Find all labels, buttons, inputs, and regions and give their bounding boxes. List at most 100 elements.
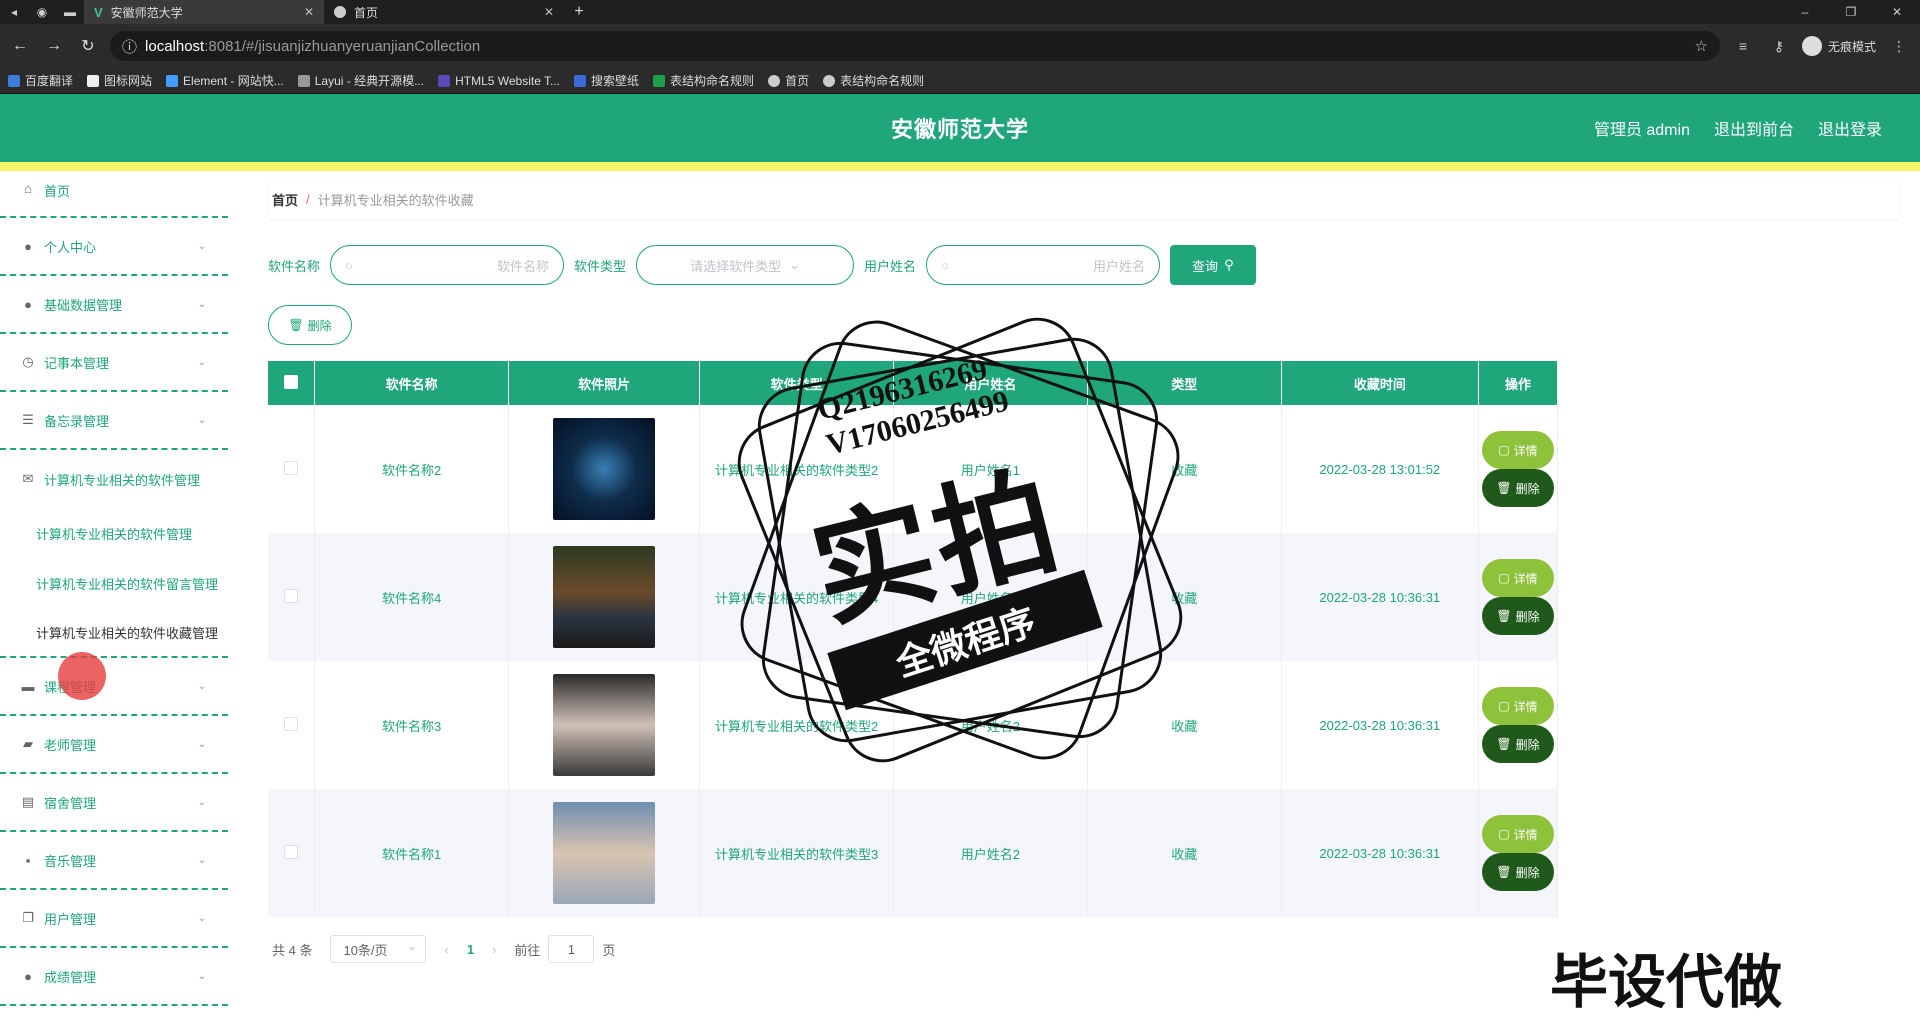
table-row: 软件名称3 计算机专业相关的软件类型2 用户姓名2 收藏 2022-03-28 … (268, 661, 1558, 789)
page-number-current[interactable]: 1 (467, 942, 474, 957)
page-size-select[interactable]: 10条/页 (330, 935, 427, 963)
delete-button[interactable]: 🗑 删除 (1482, 597, 1554, 635)
sidebar-item-basic-data[interactable]: ● 基础数据管理 ⌄ (0, 276, 228, 334)
globe-icon (334, 6, 346, 18)
logout-link[interactable]: 退出登录 (1818, 116, 1882, 140)
delete-button[interactable]: 🗑 删除 (1482, 469, 1554, 507)
cell-kind: 收藏 (1087, 789, 1282, 917)
sidebar-item-notebook[interactable]: ◷ 记事本管理 ⌄ (0, 334, 228, 392)
bookmark-item[interactable]: 搜索壁纸 (574, 72, 639, 89)
close-tab-icon[interactable]: ✕ (544, 5, 554, 19)
sidebar-item-music[interactable]: ▪ 音乐管理 ⌄ (0, 832, 228, 890)
music-icon: ▪ (25, 852, 31, 868)
flag-icon (87, 74, 100, 87)
row-checkbox[interactable] (284, 460, 299, 475)
users-icon: ❐ (22, 910, 34, 925)
sidebar-item-course[interactable]: ▬课程管理⌄ (0, 658, 228, 716)
sidebar-subitem-software-messages[interactable]: 计算机专业相关的软件留言管理 (0, 558, 228, 608)
minimize-icon[interactable]: – (1782, 5, 1828, 19)
sidebar-item-memo[interactable]: ☰ 备忘录管理 ⌄ (0, 392, 228, 450)
tab-title: 首页 (354, 5, 379, 20)
restore-icon[interactable]: ❐ (1828, 5, 1874, 19)
row-select-cell (268, 533, 316, 661)
delete-button[interactable]: 🗑 删除 (1482, 725, 1554, 763)
user-name-input[interactable]: ○ 用户姓名 (926, 245, 1161, 285)
window-icon[interactable]: ▬ (56, 5, 84, 19)
breadcrumb-home[interactable]: 首页 (272, 190, 298, 209)
sidebar-item-home[interactable]: ⌂ 首页 (0, 173, 228, 218)
detail-button[interactable]: ▢ 详情 (1482, 815, 1554, 853)
teacher-icon: ▰ (23, 736, 33, 751)
row-checkbox[interactable] (284, 588, 299, 603)
reading-list-icon[interactable]: ≡ (1730, 38, 1756, 54)
row-checkbox[interactable] (284, 844, 299, 859)
info-icon[interactable]: ⓘ (122, 36, 137, 57)
incognito-badge[interactable]: 无痕模式 (1801, 36, 1876, 56)
software-type-select[interactable]: 请选择软件类型 ⌄ (636, 245, 855, 285)
bookmark-item[interactable]: 图标网站 (87, 72, 152, 89)
audio-icon[interactable]: ◂ (0, 5, 28, 19)
bookmark-star-icon[interactable]: ☆ (1695, 37, 1708, 55)
sliders-icon: ☰ (22, 412, 34, 427)
to-front-link[interactable]: 退出到前台 (1714, 116, 1794, 140)
cell-actions: ▢ 详情 🗑 删除 (1478, 533, 1558, 661)
close-window-icon[interactable]: ✕ (1874, 5, 1920, 19)
sidebar-item-scores[interactable]: ● 成绩管理 ⌄ (0, 948, 228, 1006)
bookmark-item[interactable]: 首页 (768, 72, 809, 89)
row-checkbox[interactable] (284, 716, 299, 731)
row-select-cell (268, 789, 316, 917)
menu-icon[interactable]: ⋮ (1886, 38, 1912, 55)
app-header: 安徽师范大学 管理员 admin 退出到前台 退出登录 (0, 94, 1920, 162)
sidebar-subitem-software[interactable]: 计算机专业相关的软件管理 (0, 508, 228, 558)
bookmarks-bar: 百度翻译 图标网站 Element - 网站快... Layui - 经典开源模… (0, 68, 1920, 94)
detail-button[interactable]: ▢ 详情 (1482, 687, 1554, 725)
new-tab-icon[interactable]: + (564, 3, 594, 21)
goto-page-input[interactable]: 1 (548, 935, 595, 963)
sidebar-item-users[interactable]: ❐ 用户管理 ⌄ (0, 890, 228, 948)
detail-button[interactable]: ▢ 详情 (1482, 431, 1554, 469)
software-thumbnail (553, 418, 656, 520)
total-count: 共 4 条 (272, 942, 313, 958)
reload-icon[interactable]: ↻ (76, 36, 100, 56)
globe-icon[interactable]: ◉ (28, 5, 56, 19)
query-button[interactable]: 查询 ⚲ (1170, 245, 1256, 285)
cell-type: 计算机专业相关的软件类型4 (699, 533, 894, 661)
sidebar-item-software[interactable]: ✉ 计算机专业相关的软件管理 (0, 450, 228, 508)
sidebar-subitem-software-collection[interactable]: 计算机专业相关的软件收藏管理 (0, 608, 228, 658)
trash-icon: 🗑 (1496, 609, 1512, 623)
cell-actions: ▢ 详情 🗑 删除 (1478, 789, 1558, 917)
cell-time: 2022-03-28 10:36:31 (1281, 661, 1480, 789)
click-indicator (58, 652, 106, 700)
bookmark-item[interactable]: Layui - 经典开源模... (297, 72, 424, 89)
home-icon: ⌂ (24, 181, 32, 196)
detail-button[interactable]: ▢ 详情 (1482, 559, 1554, 597)
browser-tab[interactable]: 首页 ✕ (324, 0, 564, 24)
vue-icon: V (94, 4, 103, 20)
cell-user: 用户姓名2 (893, 661, 1088, 789)
incognito-label: 无痕模式 (1827, 39, 1876, 54)
bookmark-item[interactable]: Element - 网站快... (166, 72, 284, 89)
sidebar-item-teacher[interactable]: ▰ 老师管理 ⌄ (0, 716, 228, 774)
search-icon: ○ (941, 257, 949, 273)
prev-page-icon[interactable]: ‹ (444, 942, 448, 957)
bookmark-item[interactable]: HTML5 Website T... (438, 74, 560, 88)
delete-button[interactable]: 🗑 删除 (1482, 853, 1554, 891)
bookmark-item[interactable]: 表结构命名规则 (653, 72, 754, 89)
bookmark-item[interactable]: 表结构命名规则 (823, 72, 924, 89)
batch-delete-button[interactable]: 🗑 删除 (268, 305, 352, 345)
header-actions: 管理员 admin 退出到前台 退出登录 (1594, 94, 1882, 162)
chevron-down-icon: ⌄ (197, 680, 206, 692)
forward-icon[interactable]: → (42, 37, 66, 55)
software-name-input[interactable]: ○ 软件名称 (330, 245, 565, 285)
browser-tabbar: ◂ ◉ ▬ V 安徽师范大学 ✕ 首页 ✕ + – ❐ ✕ (0, 0, 1920, 24)
sidebar-item-dorm[interactable]: ▤ 宿舍管理 ⌄ (0, 774, 228, 832)
next-page-icon[interactable]: › (492, 942, 496, 957)
close-tab-icon[interactable]: ✕ (304, 5, 314, 19)
back-icon[interactable]: ← (8, 37, 32, 55)
browser-tab-active[interactable]: V 安徽师范大学 ✕ (84, 0, 324, 24)
url-field[interactable]: ⓘ localhost:8081/#/jisuanjizhuanyeruanji… (110, 31, 1720, 61)
bookmark-item[interactable]: 百度翻译 (8, 72, 73, 89)
sidebar-item-profile[interactable]: ● 个人中心 ⌄ (0, 218, 228, 276)
key-icon[interactable]: ⚷ (1766, 38, 1792, 55)
select-all-checkbox[interactable] (284, 374, 299, 389)
